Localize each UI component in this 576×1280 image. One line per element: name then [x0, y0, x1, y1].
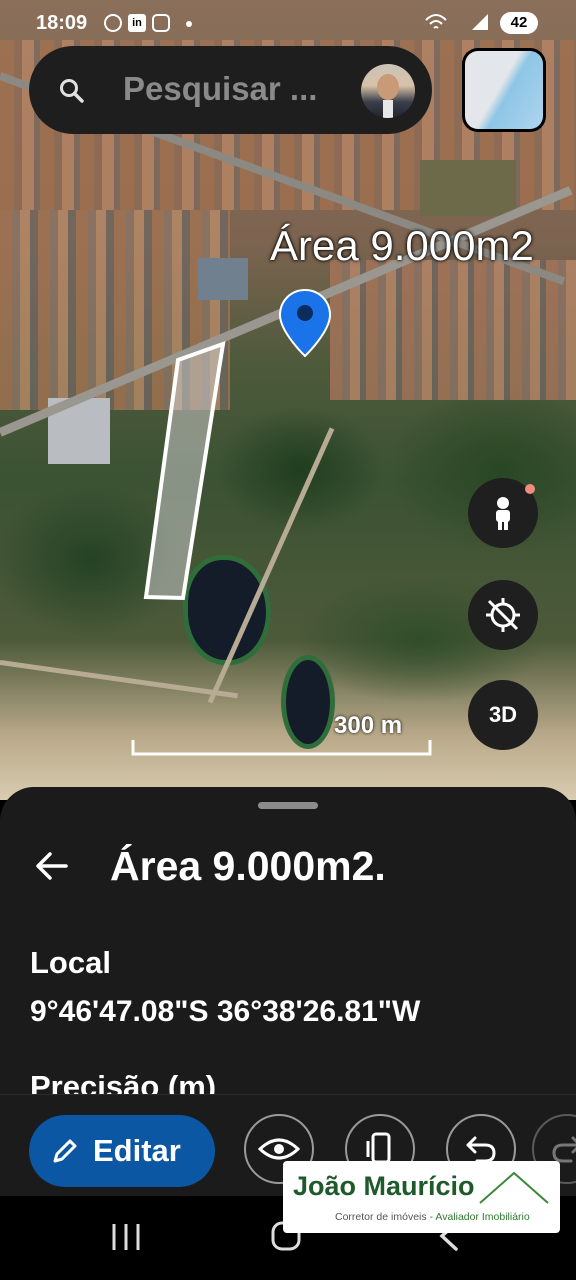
- view-3d-button[interactable]: 3D: [468, 680, 538, 750]
- scale-bar: [131, 740, 432, 756]
- person-icon: [496, 497, 510, 530]
- roof-logo-icon: [479, 1171, 549, 1204]
- search-bar[interactable]: Pesquisar ...: [29, 46, 432, 134]
- watermark-subtitle-a: Corretor de imóveis -: [335, 1211, 436, 1223]
- area-polygon-shape[interactable]: [143, 340, 226, 601]
- edit-button[interactable]: Editar: [29, 1115, 215, 1187]
- instagram-icon: [152, 14, 170, 32]
- avatar[interactable]: [361, 64, 415, 118]
- location-off-icon: [486, 598, 520, 632]
- redo-icon: [552, 1136, 576, 1163]
- minimap-thumbnail: [465, 51, 543, 129]
- pencil-icon: [53, 1139, 77, 1163]
- watermark-name: João Maurício: [293, 1171, 475, 1201]
- recent-apps-icon[interactable]: [110, 1222, 142, 1252]
- location-button[interactable]: [468, 580, 538, 650]
- local-label: Local: [30, 945, 111, 980]
- notification-dot: [525, 484, 535, 494]
- watermark-subtitle-b: Avaliador Imobiliário: [435, 1211, 530, 1223]
- status-time: 18:09: [36, 12, 88, 34]
- card-title: Área 9.000m2.: [110, 843, 386, 889]
- watermark-subtitle: Corretor de imóveis - Avaliador Imobiliá…: [335, 1211, 530, 1223]
- search-icon[interactable]: [59, 78, 85, 104]
- place-label[interactable]: Área 9.000m2: [270, 222, 534, 270]
- eye-icon: [258, 1138, 300, 1160]
- notification-icon: [104, 14, 122, 32]
- search-input[interactable]: Pesquisar ...: [123, 70, 317, 108]
- edit-label: Editar: [93, 1133, 181, 1168]
- wifi-icon: [425, 14, 447, 29]
- back-arrow-icon[interactable]: [34, 851, 68, 881]
- dot-icon: [186, 21, 192, 27]
- details-card: Área 9.000m2. Local 9°46'47.08"S 36°38'2…: [0, 787, 576, 1104]
- minimap-button[interactable]: [462, 48, 546, 132]
- location-pin-icon[interactable]: [278, 288, 332, 358]
- coordinates-text: 9°46'47.08"S 36°38'26.81"W: [30, 995, 421, 1028]
- scale-label: 300 m: [334, 712, 403, 739]
- battery-icon: 42: [500, 12, 538, 34]
- linkedin-icon: in: [128, 14, 146, 32]
- watermark-logo: João Maurício Corretor de imóveis - Aval…: [283, 1161, 560, 1233]
- undo-icon: [466, 1136, 496, 1163]
- signal-icon: [472, 14, 488, 30]
- drag-handle[interactable]: [258, 802, 318, 809]
- status-bar: 18:09 in 42: [0, 0, 576, 48]
